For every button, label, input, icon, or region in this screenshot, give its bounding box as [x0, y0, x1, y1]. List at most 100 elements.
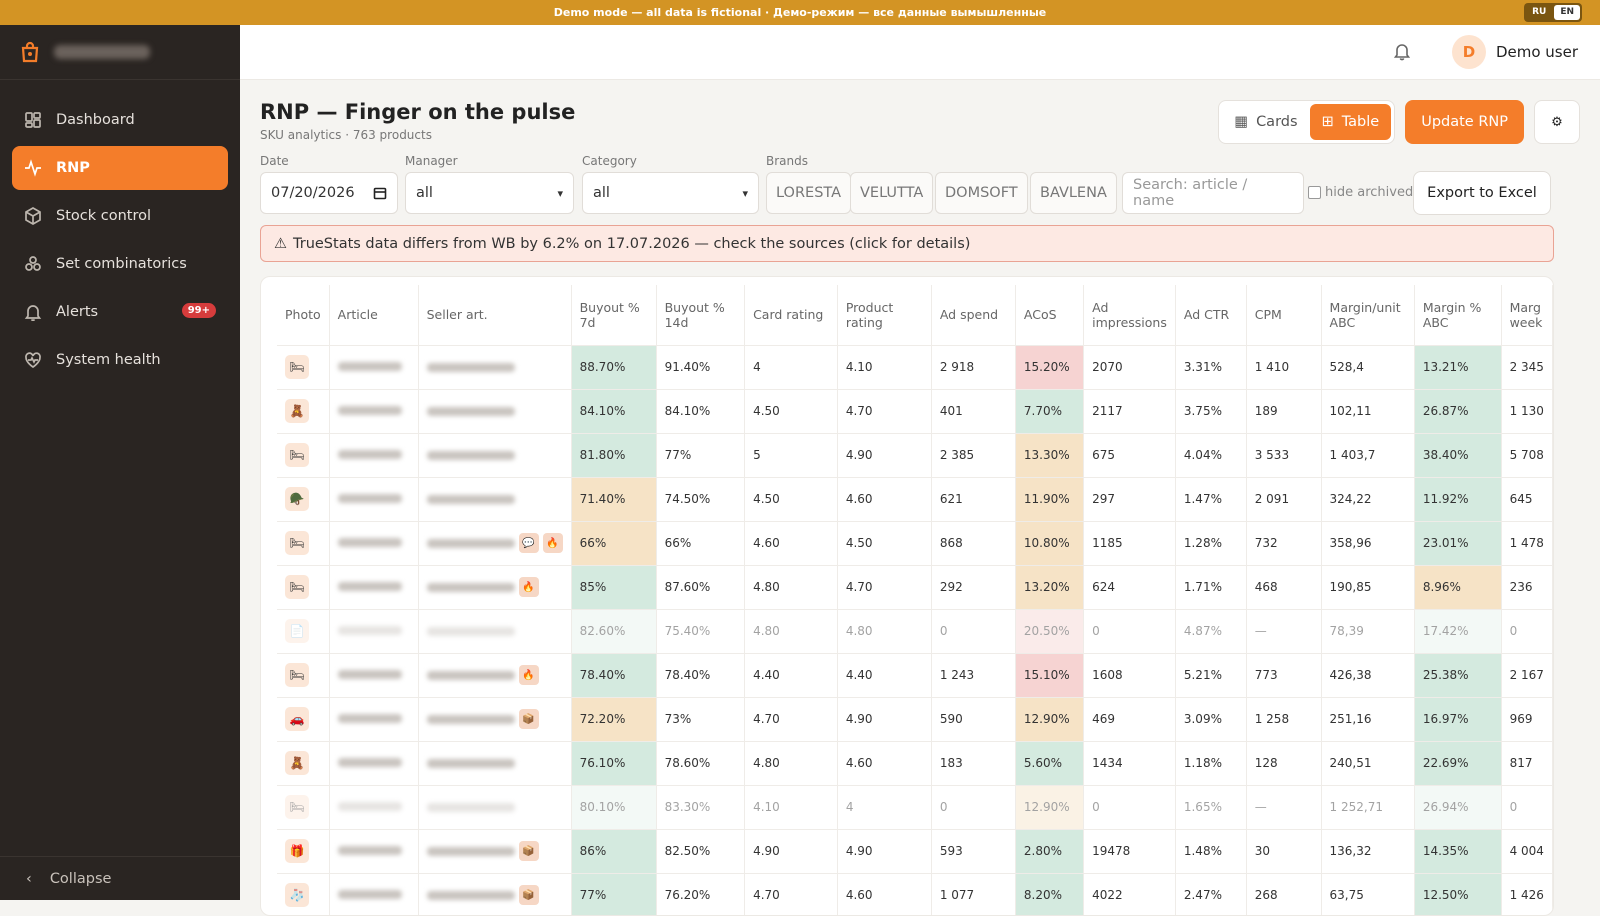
sidebar-item-set-combinatorics[interactable]: Set combinatorics [12, 242, 228, 286]
column-header[interactable]: Photo [277, 285, 330, 345]
calendar-icon[interactable] [373, 186, 387, 200]
hide-archived-checkbox[interactable] [1308, 186, 1321, 199]
article-cell[interactable] [329, 344, 419, 389]
article-cell[interactable] [329, 432, 419, 477]
brand-chip-velutta[interactable]: VELUTTA [850, 172, 934, 214]
product-tag-icon[interactable]: 📦 [518, 885, 539, 906]
photo-cell[interactable]: 🛏 [277, 652, 330, 697]
photo-cell[interactable]: 🛏 [277, 432, 330, 477]
sidebar-item-rnp[interactable]: RNP [12, 146, 228, 190]
sidebar-item-dashboard[interactable]: Dashboard [12, 98, 228, 142]
manager-select[interactable]: all ▾ [405, 172, 574, 214]
photo-cell[interactable]: 🚗 [277, 696, 330, 741]
article-cell[interactable] [329, 476, 419, 521]
product-tag-icon[interactable]: 🔥 [542, 533, 563, 553]
column-header[interactable]: Seller art. [418, 285, 572, 345]
column-header[interactable]: Buyout % 14d [656, 285, 746, 345]
photo-cell[interactable]: 🧸 [277, 388, 330, 433]
article-cell[interactable] [329, 388, 419, 433]
column-header[interactable]: Product rating [837, 285, 932, 345]
article-cell[interactable] [329, 520, 419, 565]
column-header[interactable]: Margin/unit ABC [1321, 285, 1415, 345]
column-header[interactable]: ACoS [1015, 285, 1085, 345]
photo-cell[interactable]: 🛏 [277, 520, 330, 565]
table-row[interactable]: 🛏 💬 🔥 66% 66% 4.60 4.50 868 10.80% 1185 1.28% 732 35… [277, 520, 1553, 565]
table-row[interactable]: 🧦 📦 77% 76.20% 4.70 4.60 1 077 8.20% 4022 2.47% 26… [277, 872, 1553, 915]
column-header[interactable]: Ad CTR [1175, 285, 1247, 345]
product-tag-icon[interactable]: 📦 [518, 709, 539, 729]
table-row[interactable]: 🛏 80.10% 83.30% 4.10 4 0 12.90% 0 1.65% —1 252,71… [277, 784, 1553, 829]
table-row[interactable]: 🛏 88.70% 91.40% 4 4.10 2 918 15.20% 2070 3.31% 1 … [277, 344, 1553, 389]
photo-cell[interactable]: 📄 [277, 608, 330, 653]
seller-art-blurred [426, 626, 515, 636]
product-tag-icon[interactable]: 🔥 [518, 577, 539, 597]
table-row[interactable]: 🛏 🔥 85% 87.60% 4.80 4.70 292 13.20% 624 1.71% 468 1… [277, 564, 1553, 609]
hide-archived-toggle[interactable]: hide archived [1308, 185, 1413, 200]
metric-cell: 76.20% [656, 872, 746, 915]
table-row[interactable]: 🚗 📦 72.20% 73% 4.70 4.90 590 12.90% 469 3.09% 1 25… [277, 696, 1553, 741]
date-input[interactable]: 07/20/2026 [260, 172, 398, 214]
collapse-sidebar-button[interactable]: ‹ Collapse [0, 856, 240, 900]
metric-cell: 4.40 [744, 652, 838, 697]
category-select[interactable]: all ▾ [582, 172, 759, 214]
table-row[interactable]: 📄 82.60% 75.40% 4.80 4.80 0 20.50% 0 4.87% —78,39… [277, 608, 1553, 653]
product-tag-icon[interactable]: 📦 [518, 841, 539, 861]
product-tag-icon[interactable]: 🔥 [518, 665, 539, 685]
article-cell[interactable] [329, 608, 419, 653]
user-menu[interactable]: D Demo user [1451, 35, 1578, 69]
product-tag-icon[interactable]: 💬 [518, 533, 539, 553]
sidebar-item-alerts[interactable]: Alerts 99+ [12, 290, 228, 334]
language-switcher[interactable]: RU EN [1524, 3, 1582, 22]
column-header[interactable]: Article [329, 285, 419, 345]
sidebar-item-stock-control[interactable]: Stock control [12, 194, 228, 238]
demo-banner: Demo mode — all data is fictional · Демо… [0, 0, 1600, 25]
brand-chip-bavlena[interactable]: BAVLENA [1030, 172, 1117, 214]
notifications-bell-icon[interactable] [1392, 41, 1412, 61]
table-row[interactable]: 🧸 84.10% 84.10% 4.50 4.70 401 7.70% 2117 3.75% 18… [277, 388, 1553, 433]
cards-view-button[interactable]: ▦ Cards [1222, 104, 1309, 140]
brand-chip-loresta[interactable]: LORESTA [766, 172, 852, 214]
article-cell[interactable] [329, 828, 419, 873]
column-header[interactable]: CPM [1246, 285, 1322, 345]
photo-cell[interactable]: 🛏 [277, 784, 330, 829]
table-row[interactable]: 🧸 76.10% 78.60% 4.80 4.60 183 5.60% 1434 1.18% 12… [277, 740, 1553, 785]
metric-cell: 78,39 [1321, 608, 1415, 653]
export-excel-button[interactable]: Export to Excel [1413, 171, 1551, 215]
settings-button[interactable]: ⚙ [1534, 100, 1580, 144]
photo-cell[interactable]: 🪖 [277, 476, 330, 521]
article-cell[interactable] [329, 784, 419, 829]
photo-cell[interactable]: 🛏 [277, 564, 330, 609]
photo-cell[interactable]: 🛏 [277, 344, 330, 389]
column-header[interactable]: Ad impressions [1083, 285, 1176, 345]
lang-ru-option[interactable]: RU [1526, 5, 1552, 20]
table-row[interactable]: 🛏 🔥 78.40% 78.40% 4.40 4.40 1 243 15.10% 1608 5.2… [277, 652, 1553, 697]
logo[interactable] [0, 25, 240, 80]
article-cell[interactable] [329, 872, 419, 915]
column-header[interactable]: Margin % ABC [1414, 285, 1502, 345]
column-header[interactable]: Card rating [744, 285, 838, 345]
table-view-button[interactable]: ⊞ Table [1309, 104, 1392, 140]
table-row[interactable]: 🎁 📦 86% 82.50% 4.90 4.90 593 2.80% 19478 1.48% 30 1… [277, 828, 1553, 873]
table-row[interactable]: 🛏 81.80% 77% 5 4.90 2 385 13.30% 675 4.04% 3 533 1… [277, 432, 1553, 477]
article-cell[interactable] [329, 696, 419, 741]
article-cell[interactable] [329, 652, 419, 697]
metric-cell: 4.80 [744, 564, 838, 609]
update-rnp-button[interactable]: Update RNP [1405, 100, 1524, 144]
article-cell[interactable] [329, 740, 419, 785]
article-cell[interactable] [329, 564, 419, 609]
column-header[interactable]: Ad spend [931, 285, 1016, 345]
search-input[interactable]: Search: article / name [1122, 172, 1304, 214]
photo-cell[interactable]: 🧦 [277, 872, 330, 915]
table-row[interactable]: 🪖 71.40% 74.50% 4.50 4.60 621 11.90% 297 1.47% 2 … [277, 476, 1553, 521]
column-header[interactable]: Buyout % 7d [571, 285, 657, 345]
lang-en-option[interactable]: EN [1554, 5, 1580, 20]
brand-chip-domsoft[interactable]: DOMSOFT [935, 172, 1028, 214]
metric-cell: 4.60 [837, 872, 932, 915]
photo-cell[interactable]: 🎁 [277, 828, 330, 873]
data-mismatch-alert[interactable]: ⚠ TrueStats data differs from WB by 6.2%… [260, 225, 1554, 262]
metric-cell: 82.50% [656, 828, 746, 873]
article-blurred [337, 582, 402, 591]
sidebar-item-system-health[interactable]: System health [12, 338, 228, 382]
photo-cell[interactable]: 🧸 [277, 740, 330, 785]
column-header[interactable]: Marg week [1501, 285, 1553, 345]
